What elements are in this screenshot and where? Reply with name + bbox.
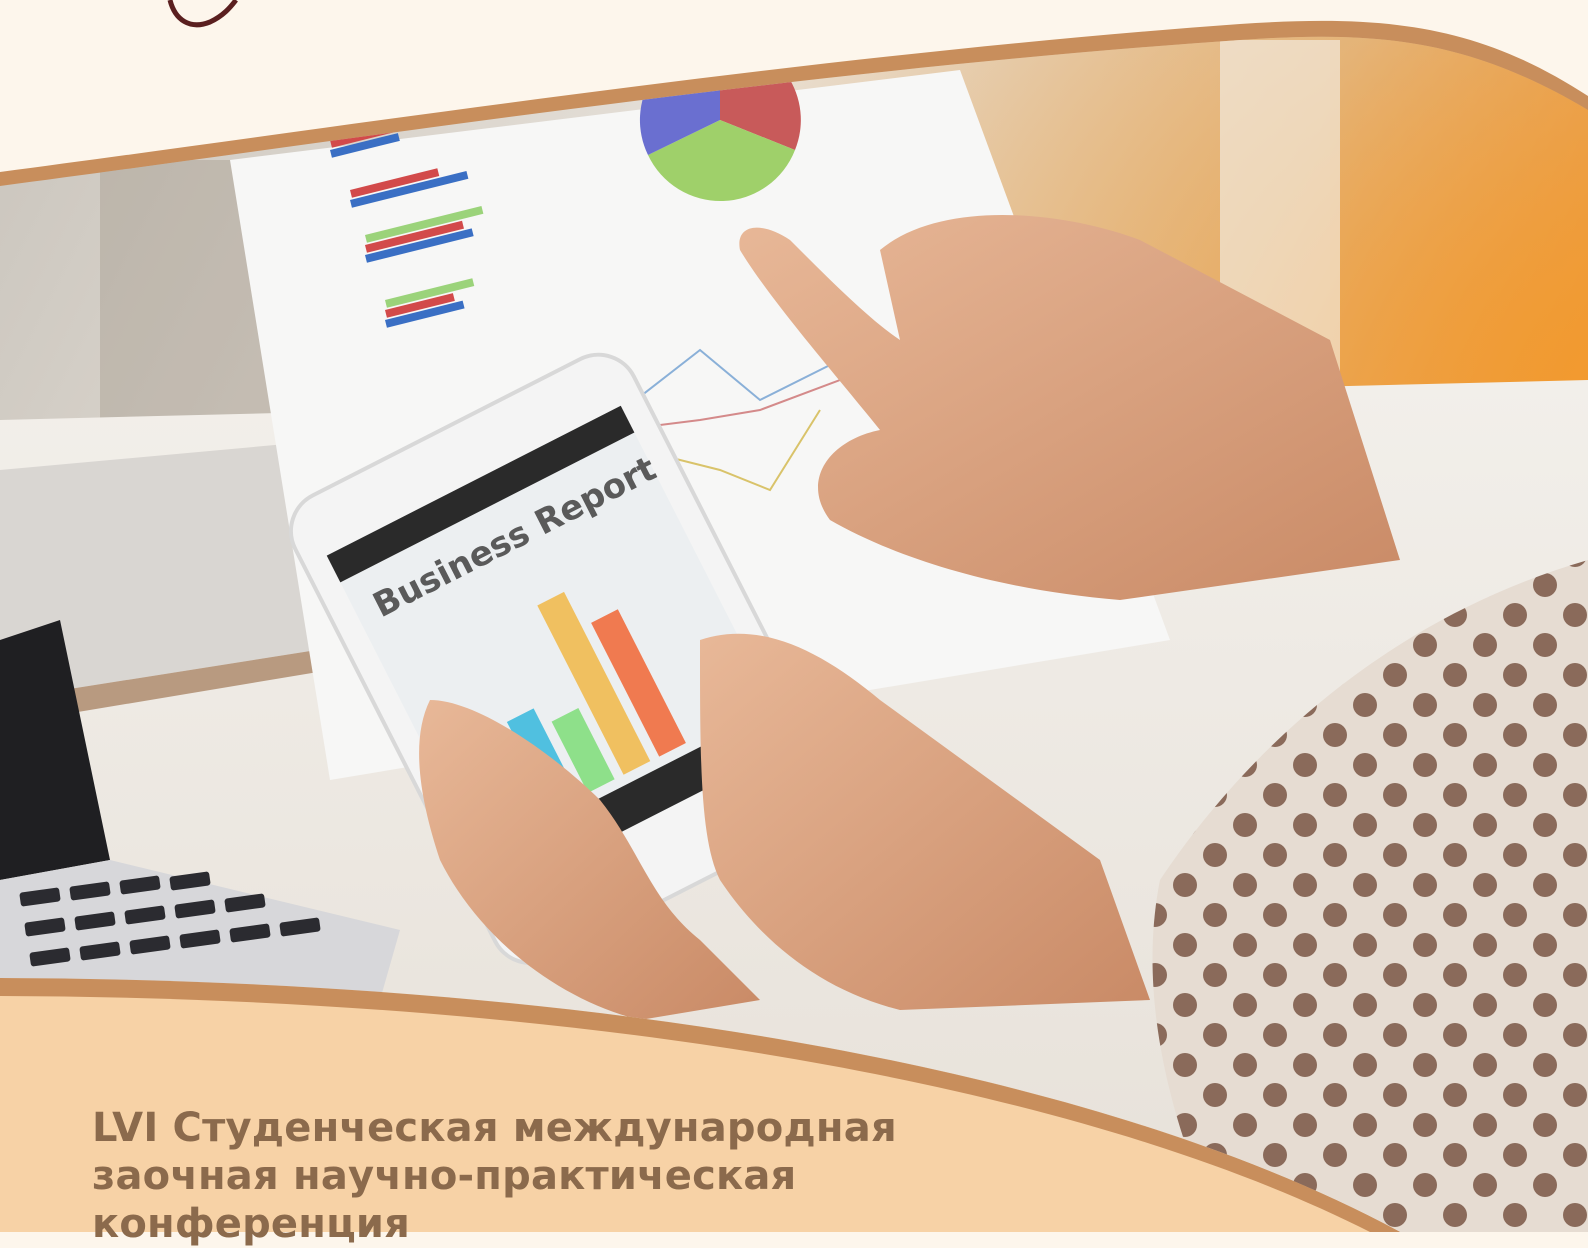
conference-title-line-3: конференция xyxy=(92,1200,992,1248)
conference-title-line-1: LVI Студенческая международная xyxy=(92,1104,992,1152)
conference-title: LVI Студенческая международная заочная н… xyxy=(92,1104,992,1248)
cover-artwork: Business Report xyxy=(0,0,1588,1232)
conference-title-line-2: заочная научно-практическая xyxy=(92,1152,992,1200)
